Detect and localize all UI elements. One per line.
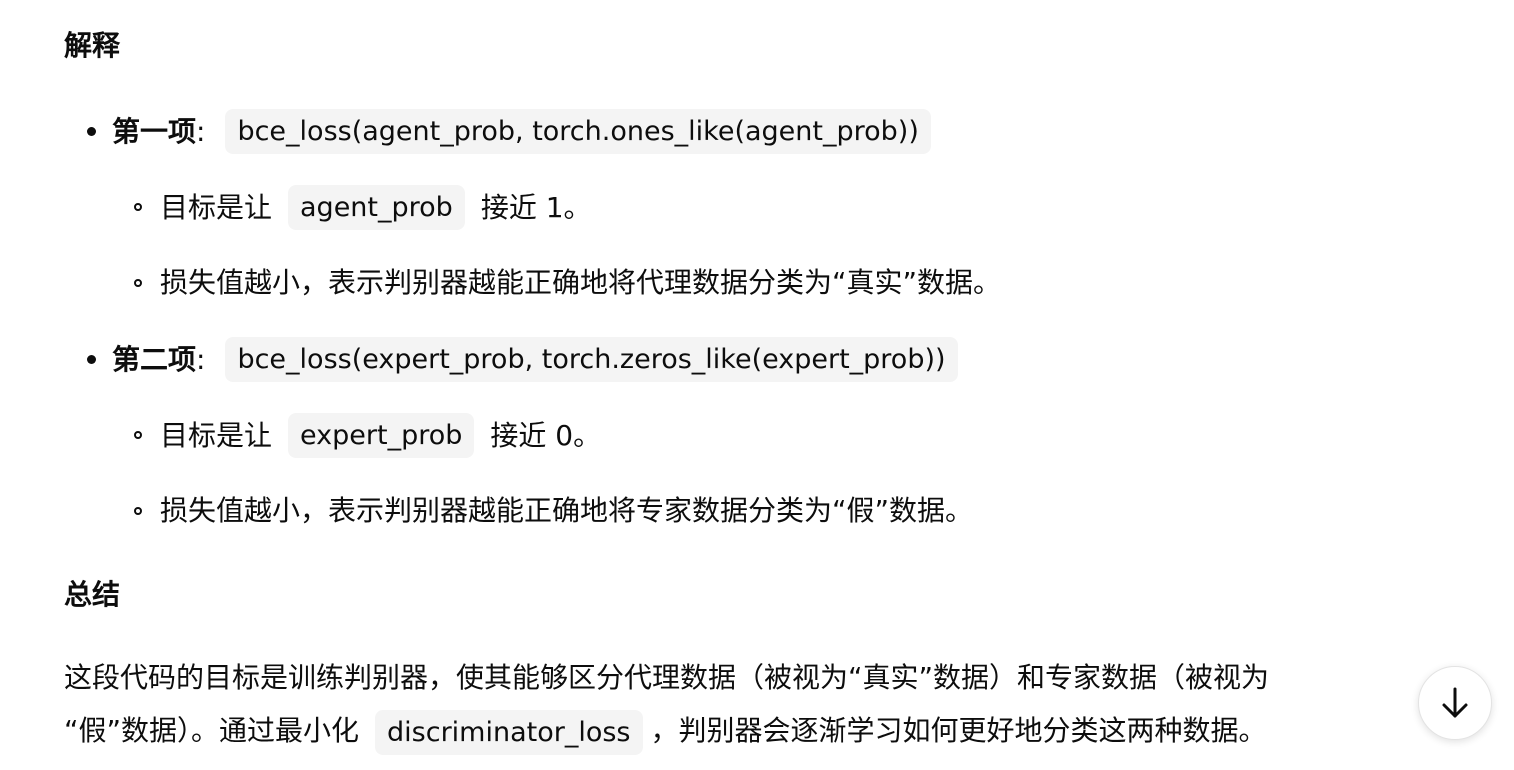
bullet-circle <box>134 507 142 515</box>
item-label: 第一项 <box>112 114 197 148</box>
section-heading-explanation: 解释 <box>64 29 121 62</box>
sub-text: 损失值越小，表示判别器越能正确地将代理数据分类为“真实”数据。 <box>160 266 1002 299</box>
summary-text: “假”数据）。通过最小化 <box>64 714 360 747</box>
section-heading-summary: 总结 <box>64 578 121 611</box>
bullet-disc <box>87 355 96 364</box>
inline-code: agent_prob <box>288 185 465 230</box>
bullet-disc <box>87 127 96 136</box>
sub-text-after: 接近 1。 <box>480 190 592 224</box>
sub-text-before: 目标是让 <box>160 418 273 452</box>
summary-text: ，判别器会逐渐学习如何更好地分类这两种数据。 <box>650 714 1267 747</box>
list-item: 目标是让 expert_prob 接近 0。 <box>160 413 601 458</box>
list-item: 第二项 : bce_loss(expert_prob, torch.zeros_… <box>112 337 958 382</box>
bullet-circle <box>134 203 142 211</box>
summary-text: 这段代码的目标是训练判别器，使其能够区分代理数据（被视为“真实”数据）和专家数据… <box>64 661 1270 694</box>
summary-paragraph-line: “假”数据）。通过最小化 discriminator_loss ，判别器会逐渐学习如… <box>64 705 1444 757</box>
item-label: 第二项 <box>112 342 197 376</box>
sub-text: 损失值越小，表示判别器越能正确地将专家数据分类为“假”数据。 <box>160 494 974 527</box>
list-item: 损失值越小，表示判别器越能正确地将代理数据分类为“真实”数据。 <box>160 263 1001 303</box>
list-item: 第一项 : bce_loss(agent_prob, torch.ones_li… <box>112 109 931 154</box>
item-colon: : <box>196 342 206 376</box>
list-item: 目标是让 agent_prob 接近 1。 <box>160 185 592 230</box>
inline-code: bce_loss(agent_prob, torch.ones_like(age… <box>225 109 931 154</box>
sub-text-after: 接近 0。 <box>490 418 602 452</box>
scroll-to-bottom-button[interactable] <box>1418 666 1492 740</box>
sub-text-before: 目标是让 <box>160 190 273 224</box>
inline-code: discriminator_loss <box>375 709 643 755</box>
inline-code: bce_loss(expert_prob, torch.zeros_like(e… <box>225 337 958 382</box>
arrow-down-icon <box>1442 687 1468 718</box>
edge-fade <box>1380 650 1420 750</box>
inline-code: expert_prob <box>288 413 475 458</box>
bullet-circle <box>134 279 142 287</box>
list-item: 损失值越小，表示判别器越能正确地将专家数据分类为“假”数据。 <box>160 491 973 531</box>
bullet-circle <box>134 431 142 439</box>
item-colon: : <box>196 114 206 148</box>
summary-paragraph-line: 这段代码的目标是训练判别器，使其能够区分代理数据（被视为“真实”数据）和专家数据… <box>64 652 1444 704</box>
